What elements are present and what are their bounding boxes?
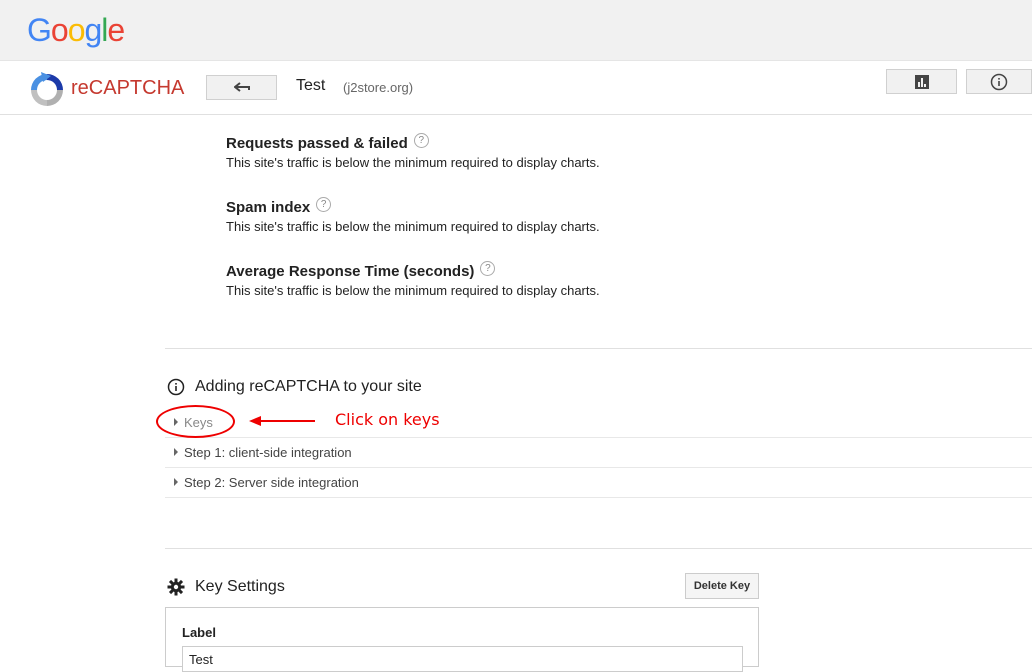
- divider: [165, 348, 1032, 349]
- help-icon[interactable]: ?: [413, 133, 429, 148]
- adding-section-title: Adding reCAPTCHA to your site: [167, 378, 422, 396]
- info-icon: [990, 73, 1008, 90]
- step2-row[interactable]: Step 2: Server side integration: [165, 467, 1032, 498]
- section-title-text: Adding reCAPTCHA to your site: [195, 378, 422, 395]
- site-name: Test: [296, 77, 326, 94]
- site-domain: (j2store.org): [343, 80, 414, 95]
- key-settings-panel: Label: [165, 607, 759, 672]
- help-icon[interactable]: ?: [480, 261, 496, 276]
- google-logo-letter: e: [107, 12, 125, 48]
- bar-chart-icon: [914, 74, 929, 89]
- google-logo-letter: g: [84, 12, 102, 48]
- key-settings-title: Key Settings: [167, 578, 285, 596]
- info-icon: [167, 378, 185, 396]
- stat-spam-index: Spam index? This site's traffic is below…: [226, 197, 600, 234]
- expand-triangle-icon: [174, 478, 178, 486]
- section-title-text: Key Settings: [195, 578, 285, 595]
- stat-note: This site's traffic is below the minimum…: [226, 283, 600, 298]
- gear-icon: [167, 578, 185, 596]
- annotation-arrow-icon: [249, 416, 315, 426]
- stat-note: This site's traffic is below the minimum…: [226, 219, 600, 234]
- google-logo-letter: G: [27, 12, 52, 48]
- google-logo-letter: o: [50, 12, 69, 48]
- back-arrow-icon: [233, 81, 250, 92]
- product-title: reCAPTCHA: [71, 77, 185, 99]
- recaptcha-logo-icon: [31, 72, 63, 106]
- delete-key-button[interactable]: Delete Key: [685, 573, 759, 599]
- google-bar: Google: [0, 0, 1032, 61]
- row-label: Step 2: Server side integration: [184, 474, 359, 490]
- google-logo[interactable]: Google: [27, 12, 125, 49]
- info-button[interactable]: [966, 69, 1032, 94]
- stat-note: This site's traffic is below the minimum…: [226, 155, 600, 170]
- back-button[interactable]: [206, 75, 277, 100]
- stat-response-time: Average Response Time (seconds)? This si…: [226, 261, 600, 298]
- recaptcha-header: reCAPTCHA Test (j2store.org): [0, 61, 1032, 115]
- stat-title: Spam index: [226, 199, 311, 216]
- label-field-title: Label: [182, 625, 216, 640]
- label-input[interactable]: [182, 646, 743, 672]
- stat-title: Requests passed & failed: [226, 135, 408, 152]
- annotation-oval: [156, 405, 235, 438]
- help-icon[interactable]: ?: [316, 197, 332, 212]
- row-label: Step 1: client-side integration: [184, 444, 352, 460]
- analytics-button[interactable]: [886, 69, 957, 94]
- divider: [165, 548, 1032, 549]
- stat-title: Average Response Time (seconds): [226, 263, 475, 280]
- stat-requests: Requests passed & failed? This site's tr…: [226, 133, 600, 170]
- google-logo-letter: o: [67, 12, 86, 48]
- expand-triangle-icon: [174, 448, 178, 456]
- step1-row[interactable]: Step 1: client-side integration: [165, 437, 1032, 468]
- annotation-text: Click on keys: [335, 410, 440, 429]
